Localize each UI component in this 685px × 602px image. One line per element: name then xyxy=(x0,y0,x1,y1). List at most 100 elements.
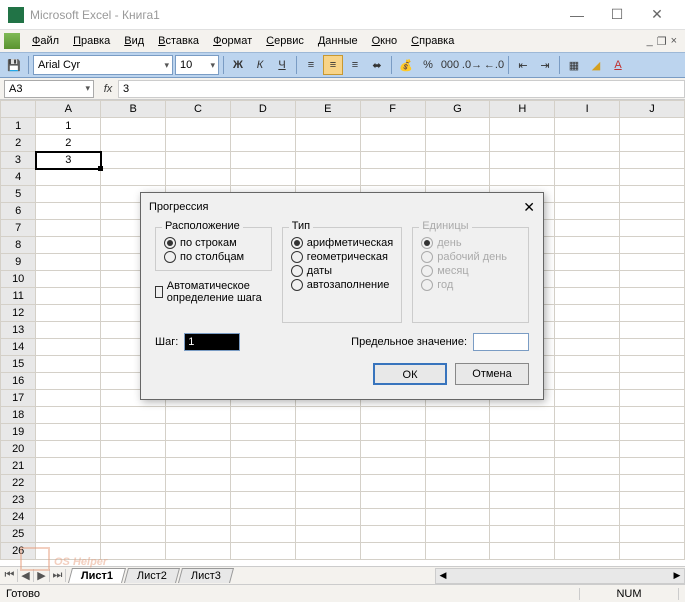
cell-G25[interactable] xyxy=(425,526,490,543)
cell-C22[interactable] xyxy=(166,475,231,492)
cell-I2[interactable] xyxy=(555,135,620,152)
cell-C18[interactable] xyxy=(166,407,231,424)
column-header-G[interactable]: G xyxy=(425,101,490,118)
increase-decimal-icon[interactable]: .0→ xyxy=(462,55,482,75)
cell-I9[interactable] xyxy=(555,254,620,271)
cell-B24[interactable] xyxy=(101,509,166,526)
row-header-10[interactable]: 10 xyxy=(1,271,36,288)
cell-B18[interactable] xyxy=(101,407,166,424)
bold-button[interactable]: Ж xyxy=(228,55,248,75)
cell-A1[interactable]: 1 xyxy=(36,118,101,135)
radio-autofill[interactable]: автозаполнение xyxy=(291,278,393,292)
radio-geometric[interactable]: геометрическая xyxy=(291,250,393,264)
tab-nav-last[interactable]: ⏭ xyxy=(50,569,66,582)
cell-C2[interactable] xyxy=(166,135,231,152)
cell-A3[interactable]: 3 xyxy=(36,152,101,169)
cell-J19[interactable] xyxy=(620,424,685,441)
cell-B23[interactable] xyxy=(101,492,166,509)
radio-arithmetic[interactable]: арифметическая xyxy=(291,236,393,250)
cell-G26[interactable] xyxy=(425,543,490,560)
cell-E24[interactable] xyxy=(295,509,360,526)
cell-C4[interactable] xyxy=(166,169,231,186)
menu-insert[interactable]: Вставка xyxy=(152,33,205,49)
cell-A11[interactable] xyxy=(36,288,101,305)
cell-I1[interactable] xyxy=(555,118,620,135)
menu-help[interactable]: Справка xyxy=(405,33,460,49)
cell-C20[interactable] xyxy=(166,441,231,458)
doc-minimize-button[interactable]: _ xyxy=(647,35,653,48)
cell-H18[interactable] xyxy=(490,407,555,424)
cell-A23[interactable] xyxy=(36,492,101,509)
limit-input[interactable] xyxy=(473,333,529,351)
row-header-4[interactable]: 4 xyxy=(1,169,36,186)
ok-button[interactable]: ОК xyxy=(373,363,447,385)
cell-E3[interactable] xyxy=(295,152,360,169)
cell-E22[interactable] xyxy=(295,475,360,492)
cell-J4[interactable] xyxy=(620,169,685,186)
cell-G24[interactable] xyxy=(425,509,490,526)
percent-icon[interactable]: % xyxy=(418,55,438,75)
decrease-indent-icon[interactable]: ⇤ xyxy=(513,55,533,75)
cell-E20[interactable] xyxy=(295,441,360,458)
cell-I25[interactable] xyxy=(555,526,620,543)
cell-B2[interactable] xyxy=(101,135,166,152)
cell-J6[interactable] xyxy=(620,203,685,220)
cell-J26[interactable] xyxy=(620,543,685,560)
borders-icon[interactable]: ▦ xyxy=(564,55,584,75)
menu-view[interactable]: Вид xyxy=(118,33,150,49)
cell-A18[interactable] xyxy=(36,407,101,424)
cell-A24[interactable] xyxy=(36,509,101,526)
cell-A6[interactable] xyxy=(36,203,101,220)
sheet-tab-2[interactable]: Лист2 xyxy=(124,568,180,583)
cell-F2[interactable] xyxy=(360,135,425,152)
fx-icon[interactable]: fx xyxy=(98,83,118,95)
cell-I6[interactable] xyxy=(555,203,620,220)
menu-tools[interactable]: Сервис xyxy=(260,33,310,49)
row-header-18[interactable]: 18 xyxy=(1,407,36,424)
row-header-25[interactable]: 25 xyxy=(1,526,36,543)
column-header-J[interactable]: J xyxy=(620,101,685,118)
cell-J7[interactable] xyxy=(620,220,685,237)
select-all-corner[interactable] xyxy=(1,101,36,118)
cell-E1[interactable] xyxy=(295,118,360,135)
cell-G4[interactable] xyxy=(425,169,490,186)
cell-J14[interactable] xyxy=(620,339,685,356)
increase-indent-icon[interactable]: ⇥ xyxy=(535,55,555,75)
merge-icon[interactable]: ⬌ xyxy=(367,55,387,75)
cell-E18[interactable] xyxy=(295,407,360,424)
align-left-icon[interactable]: ≡ xyxy=(301,55,321,75)
tab-nav-prev[interactable]: ◀ xyxy=(18,569,34,582)
row-header-19[interactable]: 19 xyxy=(1,424,36,441)
cell-C26[interactable] xyxy=(166,543,231,560)
cell-C1[interactable] xyxy=(166,118,231,135)
cell-A7[interactable] xyxy=(36,220,101,237)
cell-F25[interactable] xyxy=(360,526,425,543)
row-header-17[interactable]: 17 xyxy=(1,390,36,407)
cell-B26[interactable] xyxy=(101,543,166,560)
row-header-23[interactable]: 23 xyxy=(1,492,36,509)
column-header-I[interactable]: I xyxy=(555,101,620,118)
cell-A26[interactable] xyxy=(36,543,101,560)
cell-I22[interactable] xyxy=(555,475,620,492)
cell-J9[interactable] xyxy=(620,254,685,271)
cell-I24[interactable] xyxy=(555,509,620,526)
row-header-21[interactable]: 21 xyxy=(1,458,36,475)
cell-I4[interactable] xyxy=(555,169,620,186)
sheet-tab-3[interactable]: Лист3 xyxy=(178,568,234,583)
row-header-14[interactable]: 14 xyxy=(1,339,36,356)
cell-I21[interactable] xyxy=(555,458,620,475)
cell-I17[interactable] xyxy=(555,390,620,407)
cell-F26[interactable] xyxy=(360,543,425,560)
cell-A2[interactable]: 2 xyxy=(36,135,101,152)
cell-J17[interactable] xyxy=(620,390,685,407)
cell-B4[interactable] xyxy=(101,169,166,186)
radio-by-rows[interactable]: по строкам xyxy=(164,236,263,250)
comma-icon[interactable]: 000 xyxy=(440,55,460,75)
cell-B21[interactable] xyxy=(101,458,166,475)
cell-I3[interactable] xyxy=(555,152,620,169)
cell-H19[interactable] xyxy=(490,424,555,441)
column-header-H[interactable]: H xyxy=(490,101,555,118)
cell-D18[interactable] xyxy=(230,407,295,424)
cell-D19[interactable] xyxy=(230,424,295,441)
cancel-button[interactable]: Отмена xyxy=(455,363,529,385)
